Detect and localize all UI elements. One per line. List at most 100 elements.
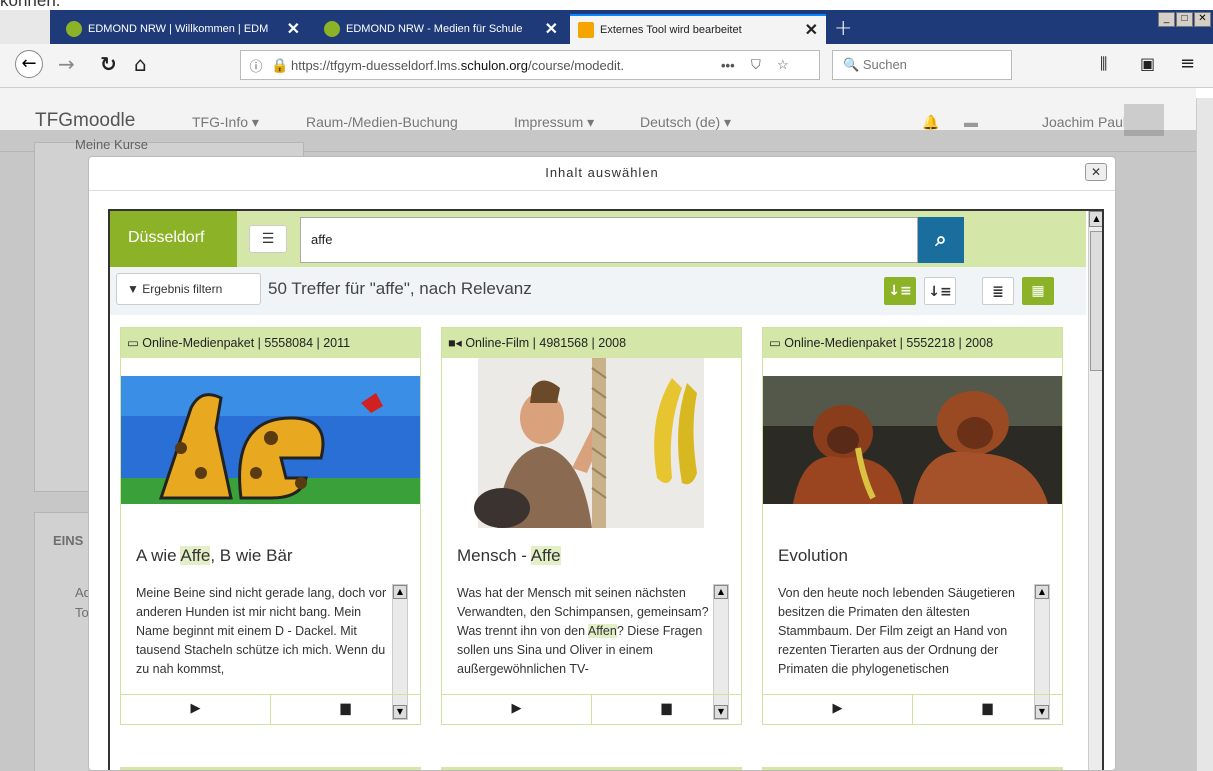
result-card[interactable]: ▭ Online-Medienpaket | 5558084 | 2011 A … bbox=[120, 327, 421, 725]
browser-tab-2[interactable]: EDMOND NRW - Medien für Schule ✕ bbox=[316, 14, 566, 44]
monitor-icon: ▭ bbox=[769, 336, 781, 350]
bookmark-star-icon[interactable]: ☆ bbox=[777, 57, 803, 73]
card-image-man-bananas[interactable] bbox=[442, 358, 741, 528]
filter-icon: ▼ bbox=[127, 282, 139, 296]
scroll-up-icon[interactable]: ▲ bbox=[1089, 211, 1102, 227]
play-icon[interactable]: ▶ bbox=[121, 695, 271, 724]
dialog-close-button[interactable]: ✕ bbox=[1085, 163, 1107, 181]
card-header: ▭ Online-Medienpaket | 5552218 | 2008 bbox=[763, 328, 1062, 358]
frame-scrollbar[interactable]: ▲ bbox=[1088, 211, 1102, 770]
sidebar-icon[interactable]: ▣ bbox=[1140, 52, 1155, 76]
card-actions: ▶ ▆ bbox=[121, 694, 420, 724]
nav-tfg-info[interactable]: TFG-Info ▾ bbox=[192, 114, 259, 131]
browser-search-input[interactable]: 🔍 Suchen bbox=[832, 50, 1012, 80]
card-title[interactable]: Mensch - Affe bbox=[457, 546, 561, 566]
title-part: Evolution bbox=[778, 546, 848, 565]
minimize-button[interactable]: _ bbox=[1158, 12, 1175, 27]
page-scrollbar[interactable] bbox=[1196, 98, 1213, 771]
close-icon[interactable]: ✕ bbox=[805, 20, 818, 40]
list-layout-icon[interactable]: ≣ bbox=[982, 277, 1014, 305]
maximize-button[interactable]: □ bbox=[1176, 12, 1193, 27]
card-actions: ▶ ▆ bbox=[442, 694, 741, 724]
document-icon[interactable]: ▆ bbox=[913, 695, 1062, 724]
nav-impressum[interactable]: Impressum ▾ bbox=[514, 114, 594, 131]
browser-tab-bar: EDMOND NRW | Willkommen | EDM ✕ EDMOND N… bbox=[0, 10, 1213, 44]
info-icon[interactable]: ⓘ bbox=[241, 56, 271, 75]
close-window-button[interactable]: ✕ bbox=[1194, 12, 1211, 27]
search-placeholder: Suchen bbox=[862, 57, 907, 72]
url-bar[interactable]: ⓘ 🔒 https://tfgym-duesseldorf.lms.schulo… bbox=[240, 50, 820, 80]
pocket-icon[interactable]: ⛉ bbox=[751, 57, 777, 73]
page-actions-icon[interactable]: ••• bbox=[721, 58, 751, 73]
new-tab-button[interactable]: + bbox=[834, 16, 852, 41]
user-name[interactable]: Joachim Paul bbox=[1042, 114, 1126, 130]
card-header: ▭ Online-Medienpaket | 5558084 | 2011 bbox=[121, 328, 420, 358]
next-card-edge bbox=[120, 767, 421, 770]
browser-tab-3-active[interactable]: Externes Tool wird bearbeitet ✕ bbox=[570, 14, 826, 44]
browser-tab-1[interactable]: EDMOND NRW | Willkommen | EDM ✕ bbox=[58, 14, 308, 44]
url-text[interactable]: https://tfgym-duesseldorf.lms.schulon.or… bbox=[291, 58, 721, 73]
result-count: 50 Treffer für "affe", nach Relevanz bbox=[268, 279, 532, 298]
result-card[interactable]: ■◂ Online-Film | 4981568 | 2008 Mensch - bbox=[441, 327, 742, 725]
search-button[interactable]: ⌕ bbox=[918, 217, 964, 263]
menu-icon[interactable]: ≡ bbox=[1180, 52, 1195, 76]
close-icon[interactable]: ✕ bbox=[287, 19, 300, 39]
message-icon[interactable]: ▬ bbox=[964, 114, 978, 130]
card-title[interactable]: A wie Affe, B wie Bär bbox=[136, 546, 293, 566]
scroll-thumb[interactable] bbox=[1090, 231, 1102, 371]
lock-icon[interactable]: 🔒 bbox=[271, 57, 291, 74]
play-icon[interactable]: ▶ bbox=[442, 695, 592, 724]
edmond-favicon-icon bbox=[324, 21, 340, 37]
region-button[interactable]: Düsseldorf bbox=[110, 211, 237, 267]
filter-label: Ergebnis filtern bbox=[142, 282, 223, 296]
card-header: ■◂ Online-Film | 4981568 | 2008 bbox=[442, 328, 741, 358]
card-meta: Online-Medienpaket | 5558084 | 2011 bbox=[142, 336, 351, 350]
document-icon[interactable]: ▆ bbox=[271, 695, 420, 724]
scroll-up-icon[interactable]: ▲ bbox=[393, 585, 407, 599]
dialog-title: Inhalt auswählen bbox=[89, 157, 1115, 191]
grid-layout-icon[interactable]: ▦ bbox=[1022, 277, 1054, 305]
list-view-icon[interactable]: ☰ bbox=[249, 225, 287, 253]
play-icon[interactable]: ▶ bbox=[763, 695, 913, 724]
monitor-icon: ▭ bbox=[127, 336, 139, 350]
result-card[interactable]: ▭ Online-Medienpaket | 5552218 | 2008 Ev… bbox=[762, 327, 1063, 725]
card-actions: ▶ ▆ bbox=[763, 694, 1062, 724]
back-button[interactable]: ← bbox=[15, 50, 43, 78]
scroll-up-icon[interactable]: ▲ bbox=[1035, 585, 1049, 599]
title-part: Mensch - bbox=[457, 546, 531, 565]
video-camera-icon: ■◂ bbox=[448, 336, 462, 350]
tab-label: Externes Tool wird bearbeitet bbox=[600, 24, 742, 36]
results-toolbar: ▼ Ergebnis filtern 50 Treffer für "affe"… bbox=[110, 267, 1086, 315]
url-domain: schulon.org bbox=[460, 57, 528, 73]
tab-label: EDMOND NRW | Willkommen | EDM bbox=[88, 23, 269, 35]
moodle-favicon-icon bbox=[578, 22, 594, 38]
card-image-giraffe[interactable] bbox=[121, 358, 420, 528]
search-input[interactable]: affe bbox=[300, 217, 918, 263]
scroll-up-icon[interactable]: ▲ bbox=[714, 585, 728, 599]
nav-language[interactable]: Deutsch (de) ▾ bbox=[640, 114, 731, 131]
forward-button[interactable]: → bbox=[58, 52, 75, 76]
nav-raum-medien[interactable]: Raum-/Medien-Buchung bbox=[306, 114, 458, 130]
sort-relevance-icon[interactable]: ↓≡ bbox=[884, 277, 916, 305]
reload-button[interactable]: ↻ bbox=[100, 52, 117, 76]
sort-date-icon[interactable]: ↓≡ bbox=[924, 277, 956, 305]
card-description: Meine Beine sind nicht gerade lang, doch… bbox=[136, 586, 387, 676]
card-image-orangutans[interactable] bbox=[763, 358, 1062, 528]
filter-button[interactable]: ▼ Ergebnis filtern bbox=[116, 273, 261, 305]
notification-icon[interactable]: 🔔 bbox=[922, 114, 939, 131]
document-icon[interactable]: ▆ bbox=[592, 695, 741, 724]
desc-highlight: Affen bbox=[587, 624, 617, 638]
window-controls: _ □ ✕ bbox=[1158, 12, 1211, 27]
moodle-brand[interactable]: TFGmoodle bbox=[35, 110, 135, 132]
title-highlight: Affe bbox=[180, 546, 211, 565]
close-icon[interactable]: ✕ bbox=[545, 19, 558, 39]
card-description: Was hat der Mensch mit seinen nächsten V… bbox=[457, 584, 712, 694]
title-part: A wie bbox=[136, 546, 181, 565]
card-title[interactable]: Evolution bbox=[778, 546, 848, 566]
card-description: Von den heute noch lebenden Säugetieren … bbox=[778, 586, 1016, 676]
browser-toolbar: ← → ↻ ⌂ ⓘ 🔒 https://tfgym-duesseldorf.lm… bbox=[0, 44, 1213, 88]
library-icon[interactable]: ⫼ bbox=[1100, 52, 1107, 76]
card-meta: Online-Film | 4981568 | 2008 bbox=[465, 336, 627, 350]
next-card-edge bbox=[441, 767, 742, 770]
home-button[interactable]: ⌂ bbox=[134, 52, 147, 76]
